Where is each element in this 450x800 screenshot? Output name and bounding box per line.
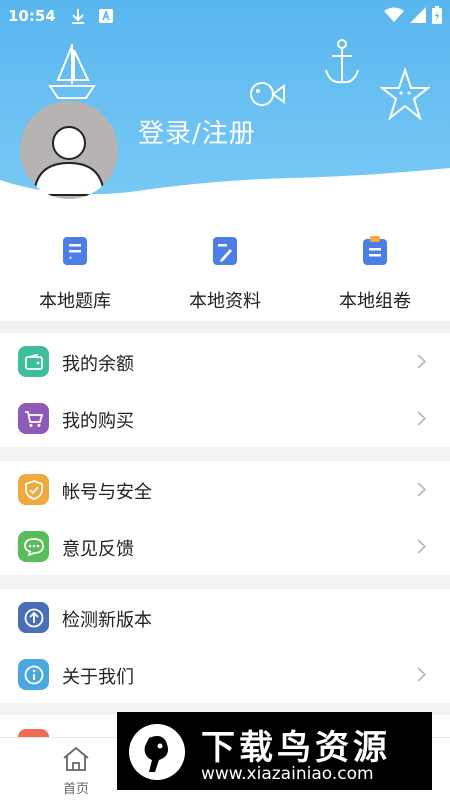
chevron-right-icon <box>417 411 426 426</box>
info-icon <box>18 659 49 690</box>
quick-action-label: 本地组卷 <box>339 291 411 312</box>
menu-item-about-us[interactable]: 关于我们 <box>0 646 450 703</box>
pufferfish-icon <box>250 82 285 106</box>
download-icon <box>70 8 86 24</box>
battery-icon <box>432 6 442 24</box>
menu-item-label: 检测新版本 <box>62 610 152 631</box>
chat-icon <box>18 531 49 562</box>
menu-item-check-update[interactable]: 检测新版本 <box>0 589 450 646</box>
avatar[interactable] <box>20 101 118 199</box>
menu-item-label: 意见反馈 <box>62 539 134 560</box>
cart-icon <box>18 403 49 434</box>
clipboard-icon <box>363 236 387 265</box>
anchor-icon <box>325 39 359 84</box>
menu-item-purchases[interactable]: 我的购买 <box>0 390 450 447</box>
nav-tab-home[interactable]: 首页 <box>46 746 106 797</box>
menu-item-feedback[interactable]: 意见反馈 <box>0 518 450 575</box>
wifi-icon <box>384 7 404 22</box>
menu-item-label: 帐号与安全 <box>62 482 152 503</box>
home-icon <box>63 746 89 771</box>
quick-action-compose-paper[interactable]: 本地组卷 <box>300 235 450 313</box>
chevron-right-icon <box>417 482 426 497</box>
chevron-right-icon <box>417 354 426 369</box>
sailboat-icon <box>48 44 96 99</box>
quick-action-label: 本地资料 <box>189 291 261 312</box>
menu-item-account-security[interactable]: 帐号与安全 <box>0 461 450 518</box>
nav-home-label: 首页 <box>62 782 89 797</box>
bird-logo-icon <box>129 724 185 780</box>
default-avatar-icon <box>32 126 106 196</box>
profile-header: 10:54 登录/注册 <box>0 0 450 215</box>
menu-item-label: 我的购买 <box>62 411 134 432</box>
a-box-icon <box>98 8 114 24</box>
menu-group-app-info: 检测新版本 关于我们 <box>0 589 450 703</box>
menu-item-balance[interactable]: 我的余额 <box>0 333 450 390</box>
quick-action-question-bank[interactable]: 本地题库 <box>0 235 150 313</box>
wallet-icon <box>18 346 49 377</box>
watermark-banner: 下载鸟资源 www.xiazainiao.com <box>117 712 432 790</box>
starfish-icon <box>380 66 430 121</box>
status-bar: 10:54 <box>0 0 450 32</box>
login-register-link[interactable]: 登录/注册 <box>138 113 256 150</box>
quick-action-materials[interactable]: 本地资料 <box>150 235 300 313</box>
quick-actions: 本地题库 本地资料 本地组卷 <box>0 215 450 321</box>
materials-icon <box>213 237 237 265</box>
chevron-right-icon <box>417 539 426 554</box>
menu-item-label: 关于我们 <box>62 667 134 688</box>
upload-arrow-icon <box>18 602 49 633</box>
watermark-title: 下载鸟资源 <box>201 728 391 768</box>
menu-group-security-feedback: 帐号与安全 意见反馈 <box>0 461 450 575</box>
status-time: 10:54 <box>8 7 56 25</box>
chevron-right-icon <box>417 667 426 682</box>
menu-item-label: 我的余额 <box>62 354 134 375</box>
watermark-url: www.xiazainiao.com <box>201 764 374 784</box>
signal-icon <box>410 7 426 23</box>
quick-action-label: 本地题库 <box>39 291 111 312</box>
question-bank-icon <box>63 237 87 265</box>
menu-group-account-money: 我的余额 我的购买 <box>0 333 450 447</box>
shield-icon <box>18 474 49 505</box>
